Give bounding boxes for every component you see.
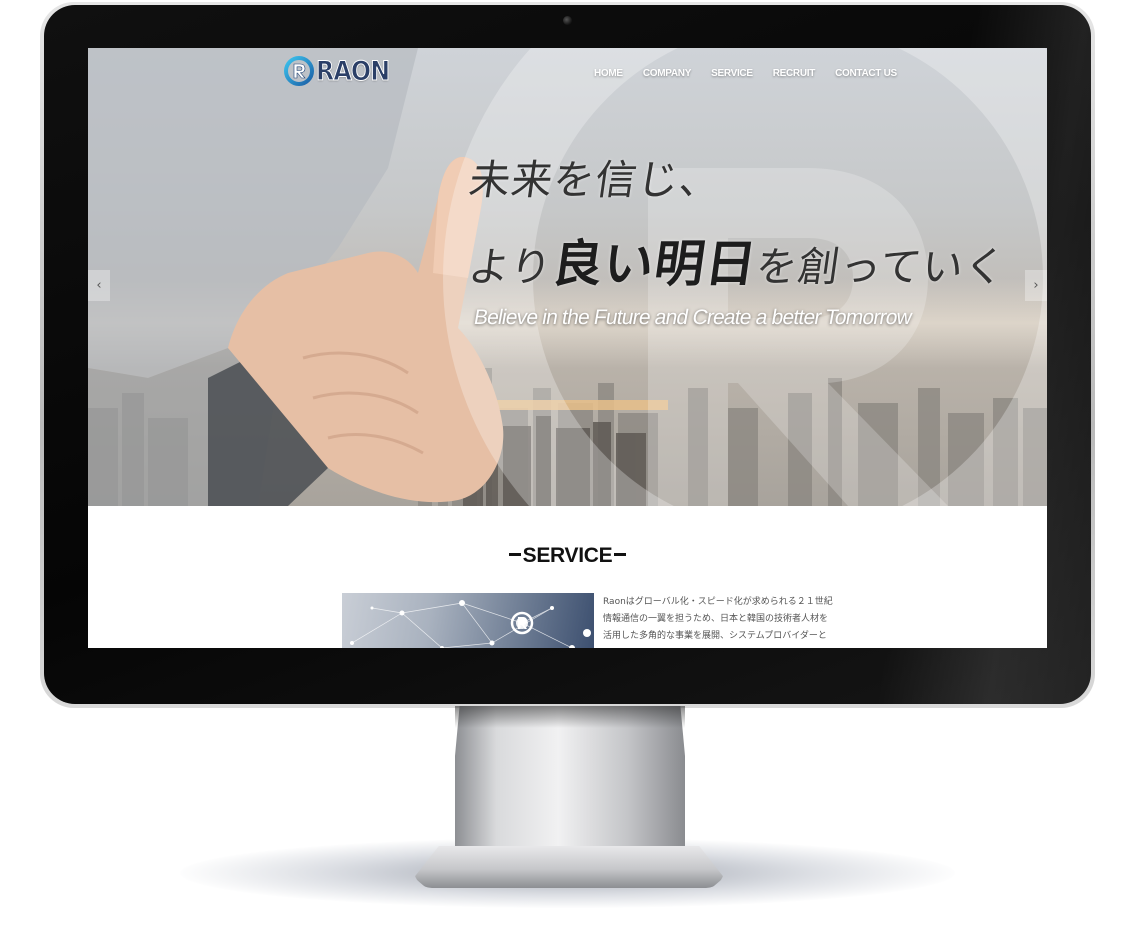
nav-company[interactable]: COMPANY <box>643 68 692 79</box>
service-description-line: Raonはグローバル化・スピード化が求められる２１世紀 <box>603 597 833 607</box>
monitor-stand-base <box>414 846 724 888</box>
service-description-line: 活用した多角的な事業を展開、システムプロバイダーと <box>603 631 827 641</box>
camera-icon <box>563 16 572 25</box>
nav-home[interactable]: HOME <box>594 68 623 79</box>
raon-logo-icon <box>284 56 314 86</box>
network-graphic <box>350 600 591 648</box>
section-title-service: SERVICE <box>88 544 1047 568</box>
hero-tagline: Believe in the Future and Create a bette… <box>472 306 914 329</box>
site-logo[interactable]: RAON <box>284 53 399 89</box>
service-description: Raonはグローバル化・スピード化が求められる２１世紀 情報通信の一翼を担うため… <box>603 594 833 645</box>
service-network-image <box>342 593 594 648</box>
monitor-stand-neck <box>455 706 685 856</box>
nav-contact-us[interactable]: CONTACT US <box>835 68 897 79</box>
title-dash-left <box>508 553 521 557</box>
website-screen: RAON HOME COMPANY SERVICE RECRUIT CONTAC… <box>88 48 1047 648</box>
chevron-left-icon[interactable]: ‹ <box>88 270 110 301</box>
hero-slider: RAON HOME COMPANY SERVICE RECRUIT CONTAC… <box>88 48 1047 506</box>
logo-text: RAON <box>316 55 391 87</box>
hero-headline-line2: より良い明日を創っていく <box>465 224 1012 296</box>
headline-part-b: を創っていく <box>752 243 1010 291</box>
service-description-line: 情報通信の一翼を担うため、日本と韓国の技術者人材を <box>603 614 829 624</box>
headline-emphasis: 良い明日 <box>548 234 761 293</box>
nav-service[interactable]: SERVICE <box>711 68 753 79</box>
title-dash-right <box>614 553 627 557</box>
section-title-text: SERVICE <box>522 544 613 567</box>
chevron-right-icon[interactable]: › <box>1025 270 1047 301</box>
headline-part-a: より <box>465 243 556 291</box>
nav-recruit[interactable]: RECRUIT <box>773 68 816 79</box>
hero-headline-line1: 未来を信じ、 <box>466 156 725 204</box>
monitor-stand-shade <box>455 706 685 728</box>
main-nav: HOME COMPANY SERVICE RECRUIT CONTACT US <box>594 68 917 79</box>
